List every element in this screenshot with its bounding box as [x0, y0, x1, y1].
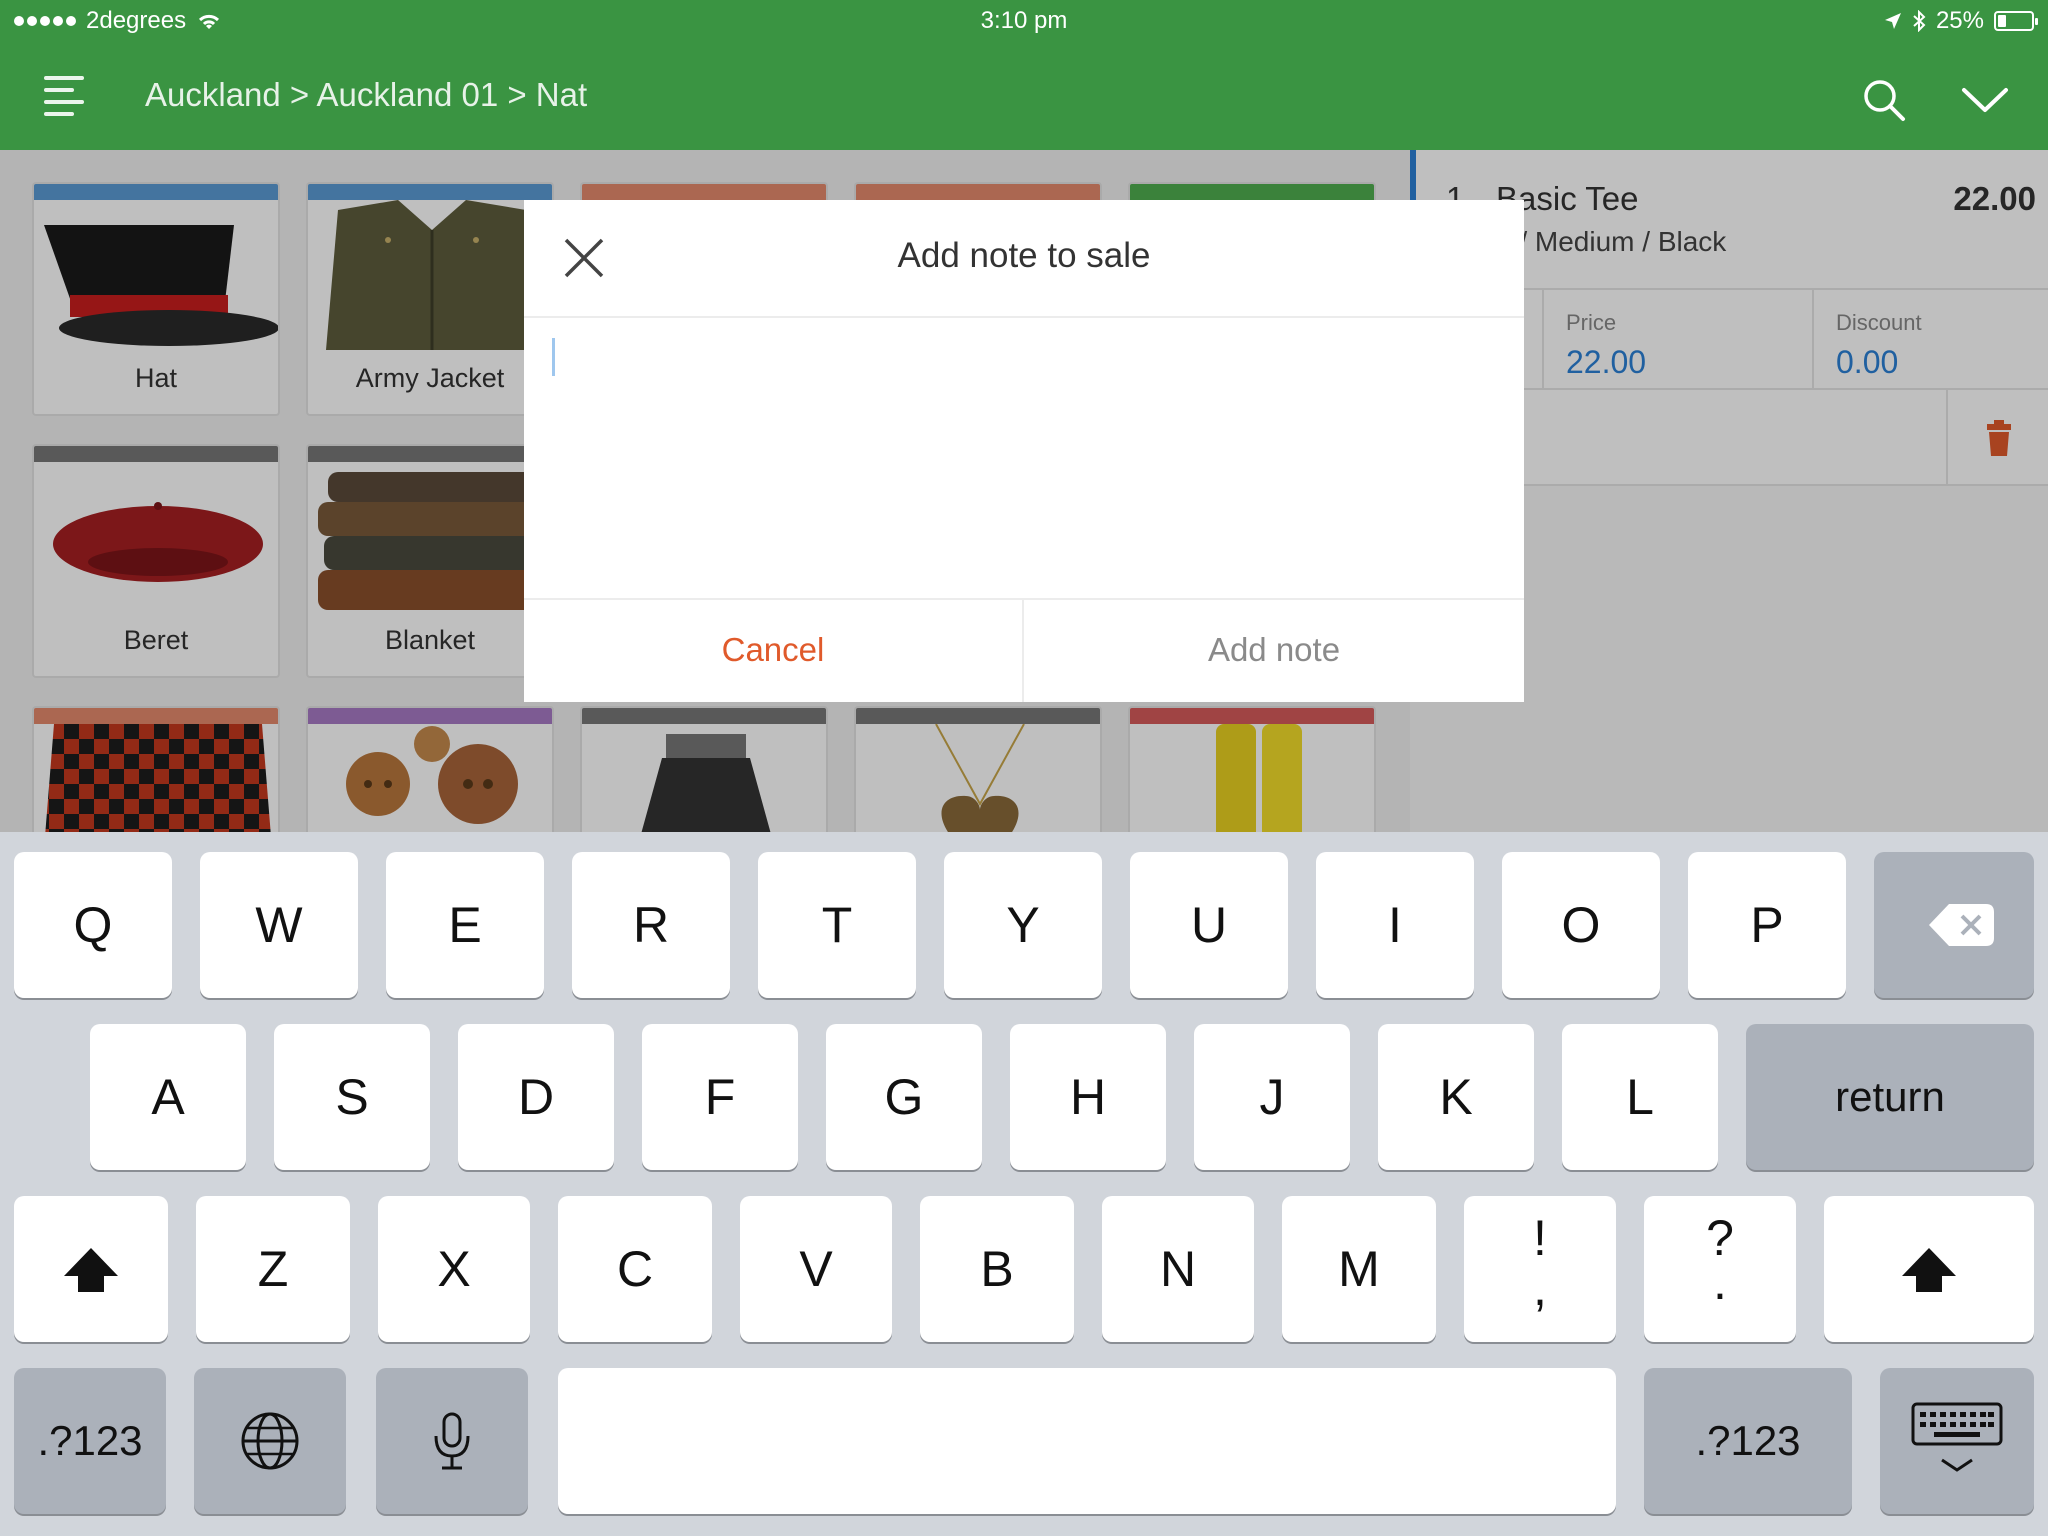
key-z[interactable]: Z: [196, 1196, 350, 1342]
note-input[interactable]: [524, 320, 1524, 598]
dialog-header: Add note to sale: [524, 200, 1524, 318]
key-exclaim-comma[interactable]: ! ,: [1464, 1196, 1616, 1342]
numbers-key-left[interactable]: .?123: [14, 1368, 166, 1514]
shift-icon: [1902, 1248, 1956, 1292]
numbers-key-right[interactable]: .?123: [1644, 1368, 1852, 1514]
key-g[interactable]: G: [826, 1024, 982, 1170]
key-m[interactable]: M: [1282, 1196, 1436, 1342]
backspace-key[interactable]: [1874, 852, 2034, 998]
shift-key-right[interactable]: [1824, 1196, 2034, 1342]
key-i[interactable]: I: [1316, 852, 1474, 998]
microphone-icon: [434, 1412, 470, 1470]
chevron-down-icon[interactable]: [1960, 84, 2010, 114]
key-v[interactable]: V: [740, 1196, 892, 1342]
breadcrumb[interactable]: Auckland > Auckland 01 > Nat: [145, 76, 587, 114]
key-w[interactable]: W: [200, 852, 358, 998]
key-s[interactable]: S: [274, 1024, 430, 1170]
bluetooth-icon: [1913, 10, 1926, 32]
key-d[interactable]: D: [458, 1024, 614, 1170]
globe-icon: [241, 1412, 299, 1470]
cancel-button[interactable]: Cancel: [524, 600, 1024, 702]
key-k[interactable]: K: [1378, 1024, 1534, 1170]
return-key[interactable]: return: [1746, 1024, 2034, 1170]
key-p[interactable]: P: [1688, 852, 1846, 998]
location-arrow-icon: [1884, 13, 1901, 29]
globe-key[interactable]: [194, 1368, 346, 1514]
dismiss-keyboard-key[interactable]: [1880, 1368, 2034, 1514]
key-b[interactable]: B: [920, 1196, 1074, 1342]
key-y[interactable]: Y: [944, 852, 1102, 998]
add-note-button[interactable]: Add note: [1024, 600, 1524, 702]
app-header: Auckland > Auckland 01 > Nat: [0, 40, 2048, 150]
key-o[interactable]: O: [1502, 852, 1660, 998]
key-x[interactable]: X: [378, 1196, 530, 1342]
battery-fill: [1998, 15, 2006, 27]
add-note-dialog: Add note to sale Cancel Add note: [524, 200, 1524, 702]
status-time: 3:10 pm: [980, 7, 1068, 34]
status-right: 25%: [1884, 7, 2038, 35]
key-c[interactable]: C: [558, 1196, 712, 1342]
keyboard-hide-icon: [1911, 1402, 2003, 1472]
shift-key-left[interactable]: [14, 1196, 168, 1342]
space-key[interactable]: [558, 1368, 1616, 1514]
text-cursor: [552, 338, 555, 376]
dictation-key[interactable]: [376, 1368, 528, 1514]
key-n[interactable]: N: [1102, 1196, 1254, 1342]
key-a[interactable]: A: [90, 1024, 246, 1170]
search-icon[interactable]: [1862, 78, 1906, 122]
key-e[interactable]: E: [386, 852, 544, 998]
shift-icon: [64, 1248, 118, 1292]
key-h[interactable]: H: [1010, 1024, 1166, 1170]
key-l[interactable]: L: [1562, 1024, 1718, 1170]
battery-percent: 25%: [1935, 7, 1984, 34]
dialog-footer: Cancel Add note: [524, 598, 1524, 702]
key-u[interactable]: U: [1130, 852, 1288, 998]
key-r[interactable]: R: [572, 852, 730, 998]
dialog-title: Add note to sale: [897, 236, 1151, 275]
key-t[interactable]: T: [758, 852, 916, 998]
battery-icon: [1994, 11, 2038, 31]
key-j[interactable]: J: [1194, 1024, 1350, 1170]
backspace-icon: [1929, 904, 1994, 946]
status-bar: 2degrees 3:10 pm 25%: [0, 0, 2048, 40]
menu-icon[interactable]: [44, 76, 88, 118]
key-question-period[interactable]: ? .: [1644, 1196, 1796, 1342]
onscreen-keyboard: Q W E R T Y U I O P A S D F G H J K L re…: [0, 832, 2048, 1536]
key-q[interactable]: Q: [14, 852, 172, 998]
key-f[interactable]: F: [642, 1024, 798, 1170]
